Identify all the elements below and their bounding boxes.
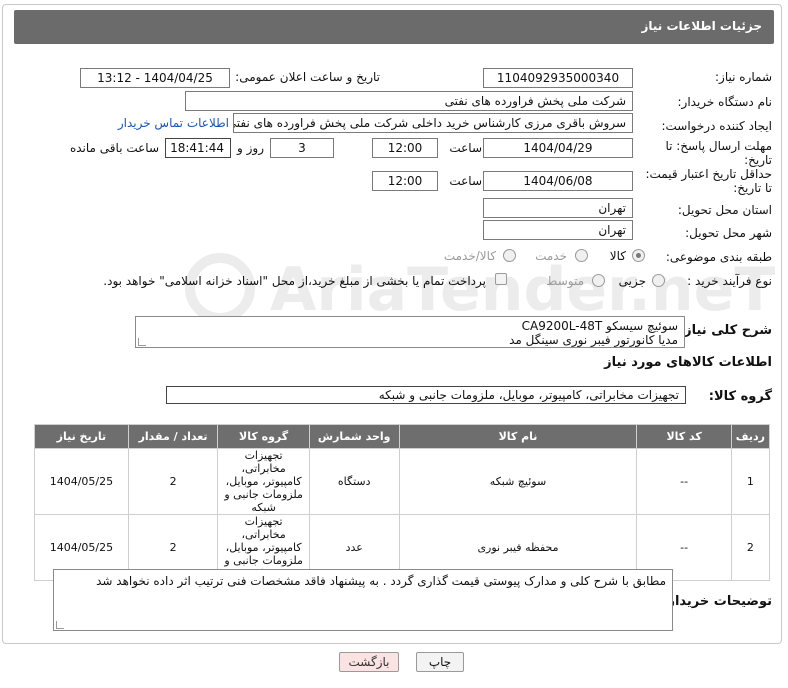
province-field: تهران bbox=[483, 198, 633, 218]
cell-row: 2 bbox=[730, 514, 771, 581]
category-option-service: خدمت bbox=[535, 249, 567, 263]
process-option-medium: متوسط bbox=[546, 274, 584, 288]
cell-code: -- bbox=[636, 448, 732, 515]
cell-group: تجهیزات مخابراتی، کامپیوتر، موبایل، ملزو… bbox=[217, 448, 310, 515]
validity-time-label: ساعت bbox=[449, 174, 482, 188]
buyer-notes-textarea[interactable]: مطابق با شرح کلی و مدارک پیوستی قیمت گذا… bbox=[53, 569, 673, 631]
deadline-time-field: 12:00 bbox=[372, 138, 438, 158]
col-row: ردیف bbox=[730, 424, 771, 449]
description-line-2: مدیا کانورتور فیبر نوری سینگل مد bbox=[509, 333, 678, 347]
city-field: تهران bbox=[483, 220, 633, 240]
category-option-goods: کالا bbox=[609, 249, 626, 263]
remaining-label: ساعت باقی مانده bbox=[69, 141, 159, 155]
resize-handle-icon[interactable] bbox=[138, 338, 146, 346]
category-radio-service[interactable] bbox=[575, 249, 588, 262]
deadline-time-label: ساعت bbox=[449, 141, 482, 155]
table-row: 1 -- سوئیچ شبکه دستگاه تجهیزات مخابراتی،… bbox=[34, 448, 771, 515]
deadline-date-field: 1404/04/29 bbox=[483, 138, 633, 158]
deadline-label-date: تاریخ: bbox=[744, 153, 772, 167]
creator-field: سروش باقری مرزی کارشناس خرید داخلی شرکت … bbox=[233, 113, 633, 133]
validity-label-date: تا تاریخ: bbox=[733, 181, 772, 195]
announce-label: تاریخ و ساعت اعلان عمومی: bbox=[235, 70, 380, 84]
page-title: جزئیات اطلاعات نیاز bbox=[641, 19, 762, 33]
buyer-contact-link[interactable]: اطلاعات تماس خریدار bbox=[118, 116, 229, 130]
announce-date-field: 1404/04/25 - 13:12 bbox=[80, 68, 230, 88]
city-label: شهر محل تحویل: bbox=[685, 226, 772, 240]
description-textarea[interactable]: سوئیچ سیسکو CA9200L-48T مدیا کانورتور فی… bbox=[135, 316, 685, 348]
col-date: تاریخ نیاز bbox=[34, 424, 129, 449]
process-label: نوع فرآیند خرید : bbox=[687, 274, 772, 288]
col-code: کد کالا bbox=[636, 424, 732, 449]
category-radio-goods[interactable] bbox=[632, 249, 645, 262]
need-number-label: شماره نیاز: bbox=[715, 70, 772, 84]
cell-row: 1 bbox=[730, 448, 771, 515]
goods-info-title: اطلاعات کالاهای مورد نیاز bbox=[604, 355, 772, 370]
description-line-1: سوئیچ سیسکو CA9200L-48T bbox=[521, 319, 678, 333]
process-option-minor: جزیی bbox=[618, 274, 646, 288]
buyer-notes-text: مطابق با شرح کلی و مدارک پیوستی قیمت گذا… bbox=[96, 574, 666, 588]
buyer-org-label: نام دستگاه خریدار: bbox=[677, 95, 773, 109]
remaining-time-field: 18:41:44 bbox=[165, 138, 231, 158]
goods-group-label: گروه کالا: bbox=[708, 389, 772, 404]
cell-name: سوئیچ شبکه bbox=[398, 448, 638, 515]
goods-group-field: تجهیزات مخابراتی، کامپیوتر، موبایل، ملزو… bbox=[166, 386, 686, 404]
treasury-payment-note: پرداخت تمام یا بخشی از مبلغ خرید،از محل … bbox=[103, 274, 486, 288]
deadline-label: مهلت ارسال پاسخ: تا bbox=[665, 139, 772, 153]
category-label: طبقه بندی موضوعی: bbox=[665, 250, 772, 264]
back-button[interactable]: بازگشت bbox=[339, 652, 399, 672]
days-label: روز و bbox=[237, 141, 264, 155]
cell-qty: 2 bbox=[127, 448, 219, 515]
buyer-notes-label: توضیحات خریدار: bbox=[662, 594, 772, 609]
process-radio-minor[interactable] bbox=[652, 274, 665, 287]
col-group: گروه کالا bbox=[217, 424, 310, 449]
category-radio-both[interactable] bbox=[503, 249, 516, 262]
need-number-field: 1104092935000340 bbox=[483, 68, 633, 88]
items-table-header: ردیف کد کالا نام کالا واحد شمارش گروه کا… bbox=[34, 424, 771, 449]
cell-date: 1404/05/25 bbox=[34, 448, 129, 515]
resize-handle-icon[interactable] bbox=[56, 621, 64, 629]
validity-date-field: 1404/06/08 bbox=[483, 171, 633, 191]
province-label: استان محل تحویل: bbox=[677, 203, 772, 217]
col-name: نام کالا bbox=[398, 424, 638, 449]
buyer-org-field: شرکت ملی پخش فراورده های نفتی bbox=[185, 91, 633, 111]
validity-time-field: 12:00 bbox=[372, 171, 438, 191]
description-label: شرح کلی نیاز: bbox=[678, 323, 772, 338]
category-option-both: کالا/خدمت bbox=[443, 249, 496, 263]
days-field: 3 bbox=[270, 138, 334, 158]
print-button[interactable]: چاپ bbox=[416, 652, 464, 672]
header-bar: جزئیات اطلاعات نیاز bbox=[14, 10, 774, 44]
col-unit: واحد شمارش bbox=[308, 424, 400, 449]
col-qty: تعداد / مقدار bbox=[127, 424, 219, 449]
treasury-payment-checkbox[interactable] bbox=[495, 273, 507, 285]
validity-label: حداقل تاریخ اعتبار قیمت: bbox=[645, 167, 772, 181]
cell-unit: دستگاه bbox=[308, 448, 400, 515]
items-table: ردیف کد کالا نام کالا واحد شمارش گروه کا… bbox=[34, 424, 771, 581]
process-radio-medium[interactable] bbox=[592, 274, 605, 287]
creator-label: ایجاد کننده درخواست: bbox=[661, 119, 772, 133]
